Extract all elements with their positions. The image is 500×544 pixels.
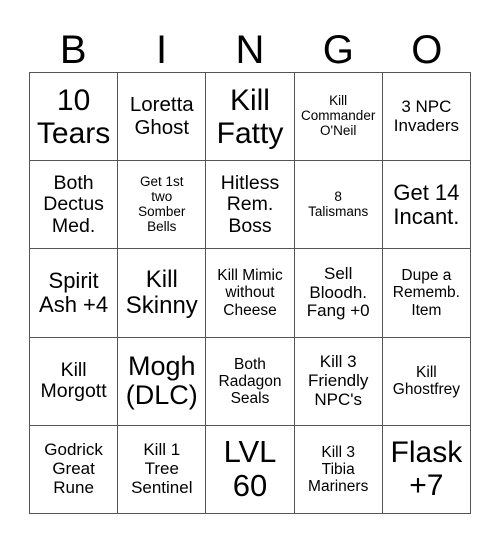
bingo-cell-r2-c1[interactable]: Both Dectus Med.	[30, 161, 119, 250]
bingo-card-grid: 10 Tears Loretta Ghost Kill Fatty Kill C…	[29, 72, 471, 514]
cell-text: Get 14 Incant.	[393, 179, 460, 229]
bingo-cell-r5-c5[interactable]: Flask +7	[382, 425, 471, 514]
header-letter-b: B	[59, 28, 87, 72]
bingo-cell-r5-c3[interactable]: LVL 60	[206, 425, 295, 514]
bingo-cell-r2-c2[interactable]: Get 1st two Somber Bells	[118, 161, 207, 250]
cell-text: Both Dectus Med.	[43, 171, 104, 237]
cell-text: Kill Ghostfrey	[392, 364, 460, 399]
cell-text: Kill Commander O'Neil	[301, 93, 376, 139]
bingo-cell-r4-c1[interactable]: Kill Morgott	[30, 337, 119, 426]
cell-text: 3 NPC Invaders	[393, 96, 459, 135]
cell-text: 8 Talismans	[308, 188, 369, 219]
header-letter-i: I	[156, 28, 168, 72]
bingo-cell-r2-c4[interactable]: 8 Talismans	[294, 161, 383, 250]
cell-text: Godrick Great Rune	[44, 440, 103, 497]
cell-text: Kill Fatty	[216, 83, 284, 150]
cell-text: Loretta Ghost	[129, 93, 194, 139]
bingo-cell-r3-c5[interactable]: Dupe a Rememb. Item	[382, 249, 471, 338]
bingo-cell-r1-c3[interactable]: Kill Fatty	[206, 73, 295, 162]
cell-text: Dupe a Rememb. Item	[392, 267, 460, 319]
bingo-cell-r4-c5[interactable]: Kill Ghostfrey	[382, 337, 471, 426]
cell-text: Sell Bloodh. Fang +0	[306, 263, 370, 321]
cell-text: Kill Mimic without Cheese	[217, 267, 283, 319]
cell-text: Kill 3 Friendly NPC's	[307, 352, 369, 409]
cell-text: Mogh (DLC)	[125, 350, 198, 411]
bingo-cell-r2-c5[interactable]: Get 14 Incant.	[382, 161, 471, 250]
bingo-cell-r4-c4[interactable]: Kill 3 Friendly NPC's	[294, 337, 383, 426]
bingo-cell-r1-c5[interactable]: 3 NPC Invaders	[382, 73, 471, 162]
cell-text: Flask +7	[390, 436, 463, 503]
header-letter-n: N	[235, 28, 265, 72]
cell-text: Kill Skinny	[125, 265, 198, 319]
bingo-cell-r5-c1[interactable]: Godrick Great Rune	[30, 425, 119, 514]
cell-text: Kill 1 Tree Sentinel	[131, 440, 193, 497]
bingo-cell-r5-c4[interactable]: Kill 3 Tibia Mariners	[294, 425, 383, 514]
cell-text: Hitless Rem. Boss	[220, 171, 280, 237]
bingo-header: B I N G O	[29, 28, 471, 72]
bingo-cell-r3-c1[interactable]: Spirit Ash +4	[30, 249, 119, 338]
cell-text: 10 Tears	[36, 83, 111, 150]
bingo-cell-r1-c2[interactable]: Loretta Ghost	[118, 73, 207, 162]
header-letter-o: O	[411, 28, 443, 72]
bingo-cell-r1-c4[interactable]: Kill Commander O'Neil	[294, 73, 383, 162]
cell-text: Kill 3 Tibia Mariners	[308, 443, 369, 495]
cell-text: LVL 60	[223, 434, 277, 504]
header-letter-g: G	[322, 28, 354, 72]
bingo-cell-r4-c2[interactable]: Mogh (DLC)	[118, 337, 207, 426]
bingo-cell-r3-c3[interactable]: Kill Mimic without Cheese	[206, 249, 295, 338]
cell-text: Both Radagon Seals	[218, 355, 282, 407]
bingo-cell-r3-c2[interactable]: Kill Skinny	[118, 249, 207, 338]
cell-text: Get 1st two Somber Bells	[138, 174, 186, 234]
cell-text: Kill Morgott	[40, 358, 107, 403]
bingo-cell-r1-c1[interactable]: 10 Tears	[30, 73, 119, 162]
bingo-cell-r2-c3[interactable]: Hitless Rem. Boss	[206, 161, 295, 250]
bingo-cell-r4-c3[interactable]: Both Radagon Seals	[206, 337, 295, 426]
bingo-cell-r5-c2[interactable]: Kill 1 Tree Sentinel	[118, 425, 207, 514]
bingo-cell-r3-c4[interactable]: Sell Bloodh. Fang +0	[294, 249, 383, 338]
cell-text: Spirit Ash +4	[39, 267, 109, 317]
